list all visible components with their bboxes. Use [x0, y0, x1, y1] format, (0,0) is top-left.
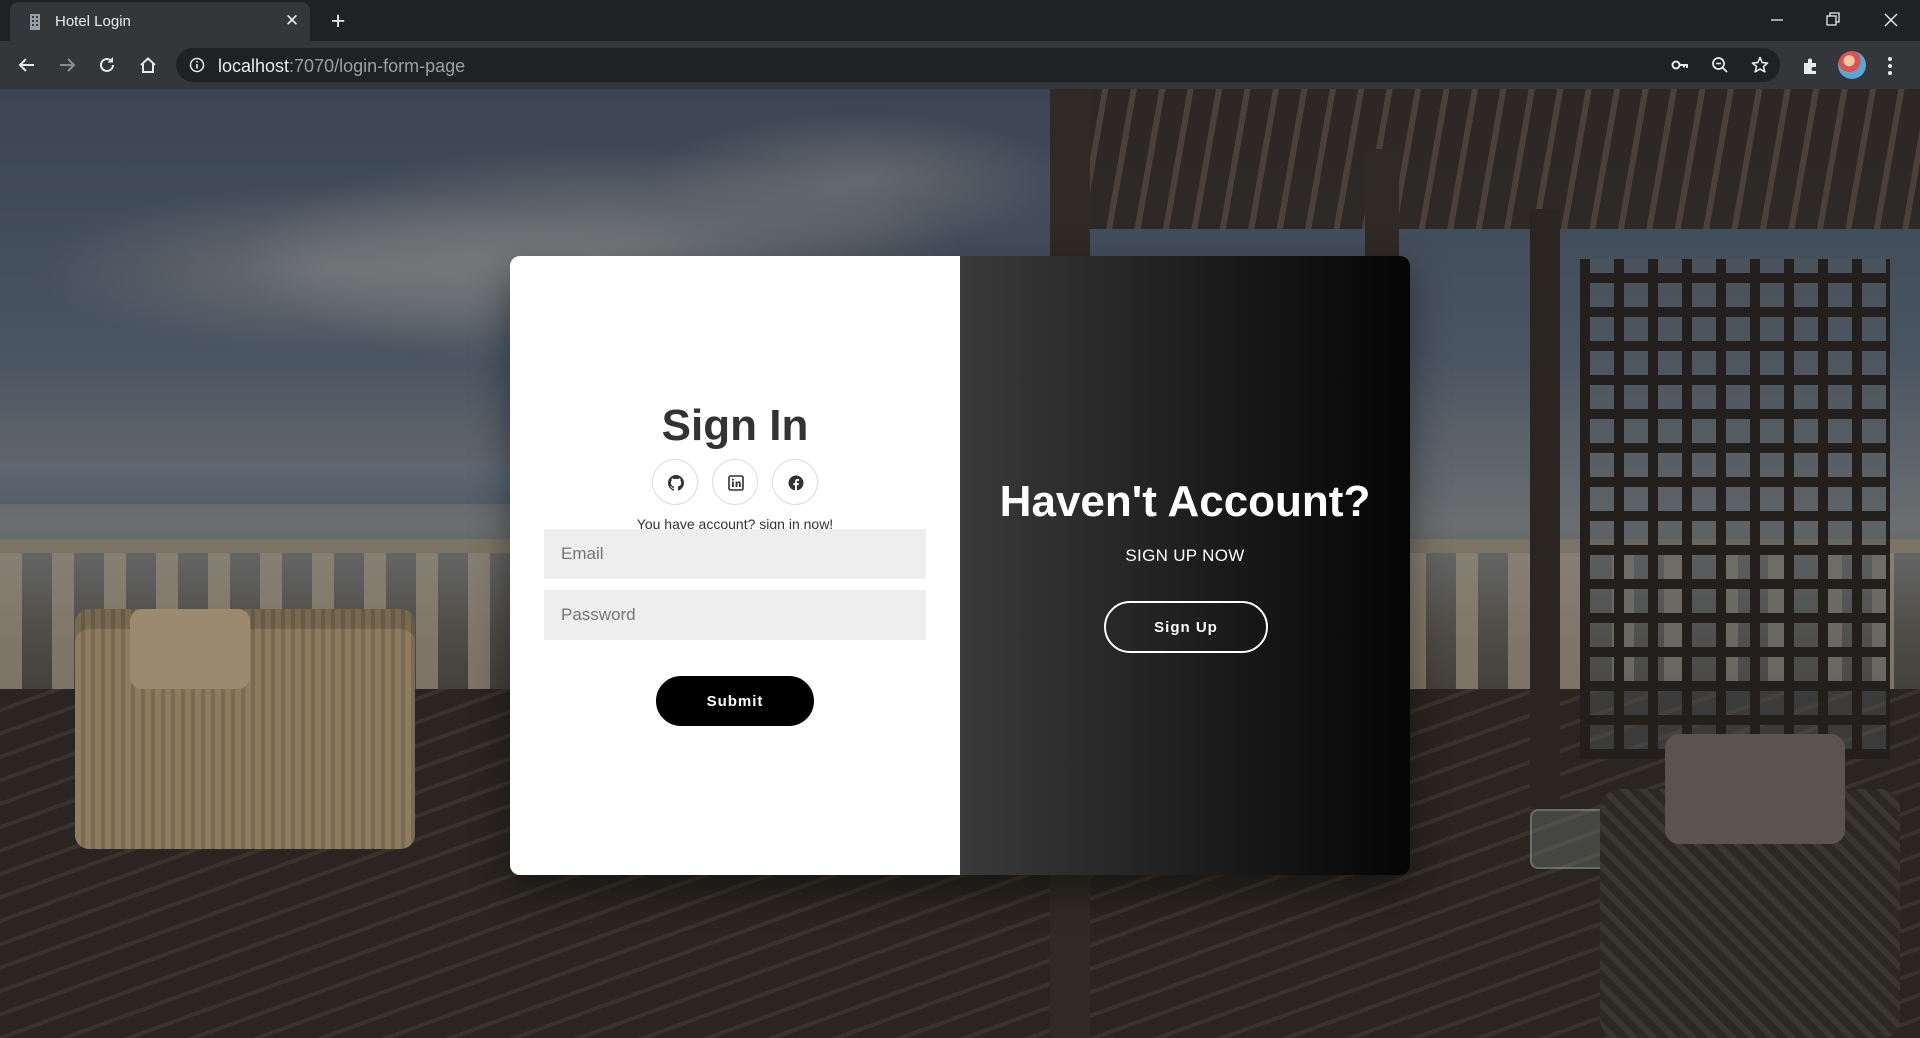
linkedin-icon: [728, 475, 744, 491]
key-icon[interactable]: [1670, 55, 1690, 75]
forward-arrow-icon[interactable]: [53, 51, 81, 79]
browser-tab-bar: Hotel Login ✕ +: [0, 0, 1920, 41]
submit-button[interactable]: Submit: [656, 676, 814, 726]
background-cushion: [130, 609, 250, 689]
sign-in-title: Sign In: [661, 401, 809, 450]
new-tab-icon[interactable]: +: [325, 8, 351, 34]
tab-close-icon[interactable]: ✕: [280, 9, 304, 33]
background-city-skyline: [0, 464, 520, 504]
info-icon[interactable]: [189, 57, 205, 73]
sign-up-panel: Haven't Account? SIGN UP NOW Sign Up: [960, 256, 1410, 875]
more-menu-icon[interactable]: [1884, 55, 1896, 77]
window-close-icon[interactable]: [1876, 5, 1906, 35]
social-login-row: [510, 459, 960, 505]
background-lattice: [1580, 259, 1890, 759]
facebook-login-button[interactable]: [772, 459, 818, 505]
bookmark-star-icon[interactable]: [1750, 55, 1770, 75]
back-arrow-icon[interactable]: [13, 51, 41, 79]
restore-icon[interactable]: [1818, 5, 1848, 35]
background-pergola: [1080, 89, 1920, 229]
hotel-building-icon: [30, 14, 40, 30]
facebook-icon: [788, 475, 804, 491]
background-cushion: [1665, 734, 1845, 844]
background-post: [1530, 209, 1560, 809]
browser-toolbar: localhost:7070/login-form-page: [0, 41, 1920, 89]
profile-avatar[interactable]: [1838, 51, 1866, 79]
url-host: localhost: [218, 56, 290, 76]
home-icon[interactable]: [134, 51, 162, 79]
address-bar[interactable]: localhost:7070/login-form-page: [176, 48, 1780, 82]
github-login-button[interactable]: [652, 459, 698, 505]
page-viewport: Sign In You have account? sign in now! E…: [0, 89, 1920, 1038]
password-field[interactable]: [544, 590, 926, 640]
sign-in-panel: Sign In You have account? sign in now! E…: [510, 256, 960, 875]
tab-title: Hotel Login: [55, 13, 131, 30]
minimize-icon[interactable]: [1762, 5, 1792, 35]
login-card: Sign In You have account? sign in now! E…: [510, 256, 1410, 875]
url-path: :7070/login-form-page: [289, 56, 466, 76]
url-text[interactable]: localhost:7070/login-form-page: [218, 56, 465, 77]
reload-icon[interactable]: [93, 51, 121, 79]
email-field[interactable]: [544, 529, 926, 579]
zoom-out-icon[interactable]: [1710, 55, 1730, 75]
extensions-puzzle-icon[interactable]: [1800, 55, 1822, 77]
sign-up-button[interactable]: Sign Up: [1104, 601, 1268, 653]
sign-up-subtitle: SIGN UP NOW: [1125, 546, 1245, 565]
sign-up-title: Haven't Account?: [999, 477, 1371, 526]
browser-tab[interactable]: Hotel Login ✕: [10, 2, 310, 41]
linkedin-login-button[interactable]: [712, 459, 758, 505]
github-icon: [668, 475, 684, 491]
